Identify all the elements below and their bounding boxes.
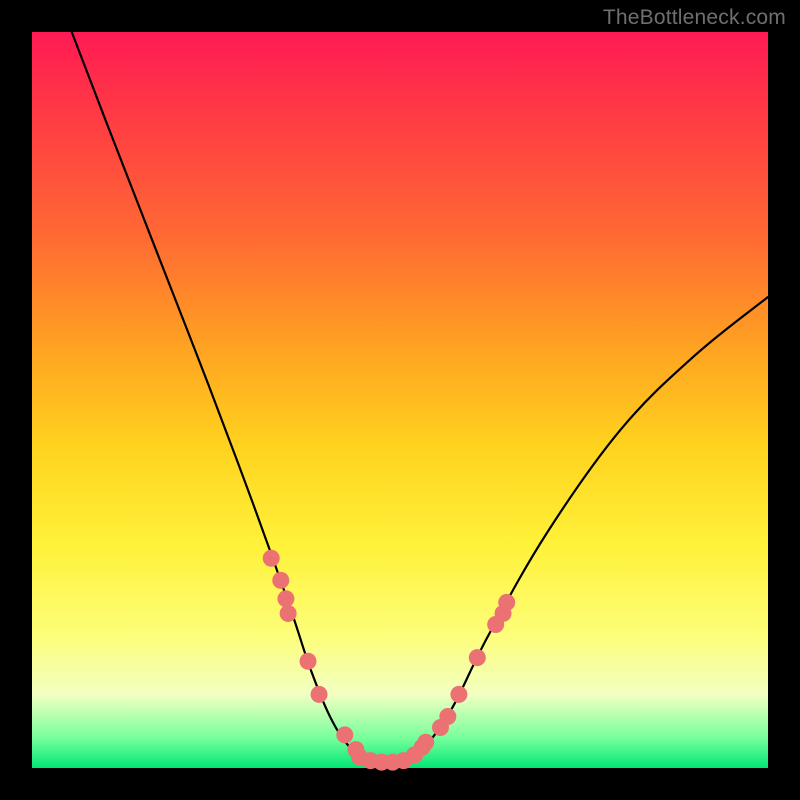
sample-dot bbox=[336, 726, 353, 743]
sample-dots-group bbox=[263, 550, 516, 771]
sample-dot bbox=[439, 708, 456, 725]
sample-dot bbox=[300, 653, 317, 670]
sample-dot bbox=[450, 686, 467, 703]
watermark-text: TheBottleneck.com bbox=[603, 6, 786, 30]
bottleneck-curve bbox=[72, 32, 768, 766]
sample-dot bbox=[417, 734, 434, 751]
sample-dot bbox=[498, 594, 515, 611]
sample-dot bbox=[263, 550, 280, 567]
chart-frame: TheBottleneck.com bbox=[0, 0, 800, 800]
sample-dot bbox=[277, 590, 294, 607]
sample-dot bbox=[469, 649, 486, 666]
curve-svg bbox=[32, 32, 768, 768]
sample-dot bbox=[280, 605, 297, 622]
sample-dot bbox=[311, 686, 328, 703]
sample-dot bbox=[272, 572, 289, 589]
plot-area bbox=[32, 32, 768, 768]
